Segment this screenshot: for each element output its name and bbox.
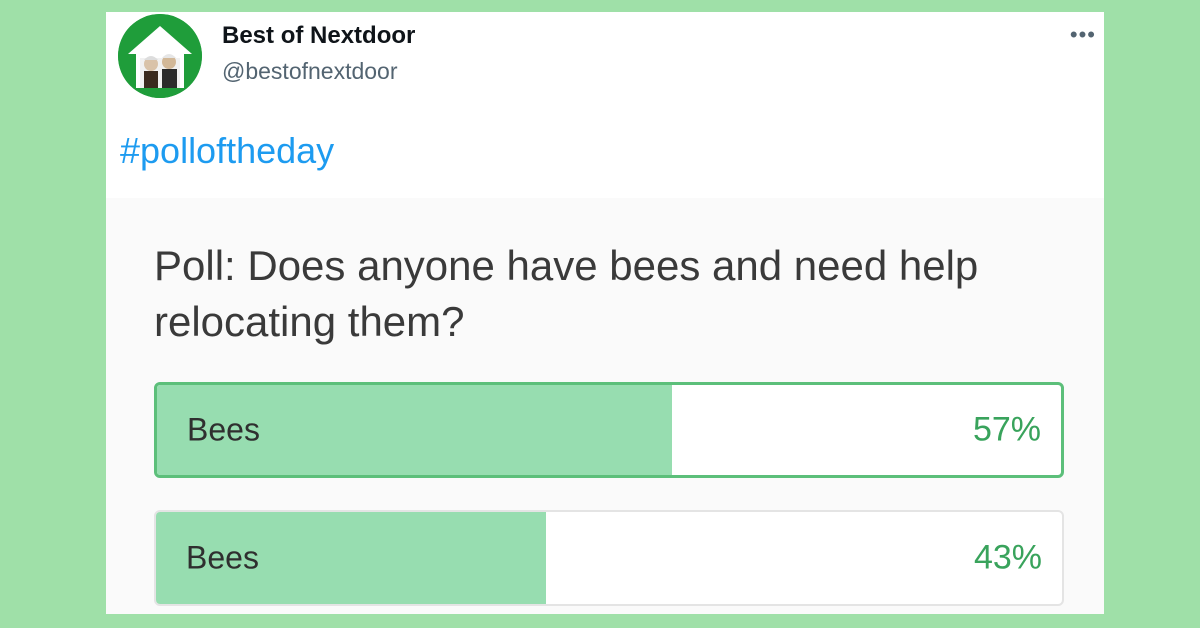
poll-option-2: Bees 43% bbox=[154, 510, 1064, 606]
user-handle[interactable]: @bestofnextdoor bbox=[222, 58, 398, 85]
poll-option-1: Bees 57% bbox=[154, 382, 1064, 478]
house-logo-icon bbox=[118, 14, 202, 98]
poll-option-1-label: Bees bbox=[187, 411, 260, 448]
hashtag-link[interactable]: #polloftheday bbox=[120, 130, 334, 172]
poll-option-2-percent: 43% bbox=[973, 538, 1042, 577]
poll-question: Poll: Does anyone have bees and need hel… bbox=[154, 242, 979, 345]
display-name[interactable]: Best of Nextdoor bbox=[222, 22, 415, 50]
more-options-icon[interactable]: ••• bbox=[1070, 24, 1096, 46]
poll-option-1-percent: 57% bbox=[972, 410, 1041, 449]
avatar[interactable] bbox=[118, 14, 202, 98]
tweet-card: Best of Nextdoor @bestofnextdoor ••• #po… bbox=[106, 12, 1104, 614]
poll-image[interactable]: Poll: Does anyone have bees and need hel… bbox=[106, 198, 1104, 614]
poll-option-2-label: Bees bbox=[186, 539, 259, 576]
